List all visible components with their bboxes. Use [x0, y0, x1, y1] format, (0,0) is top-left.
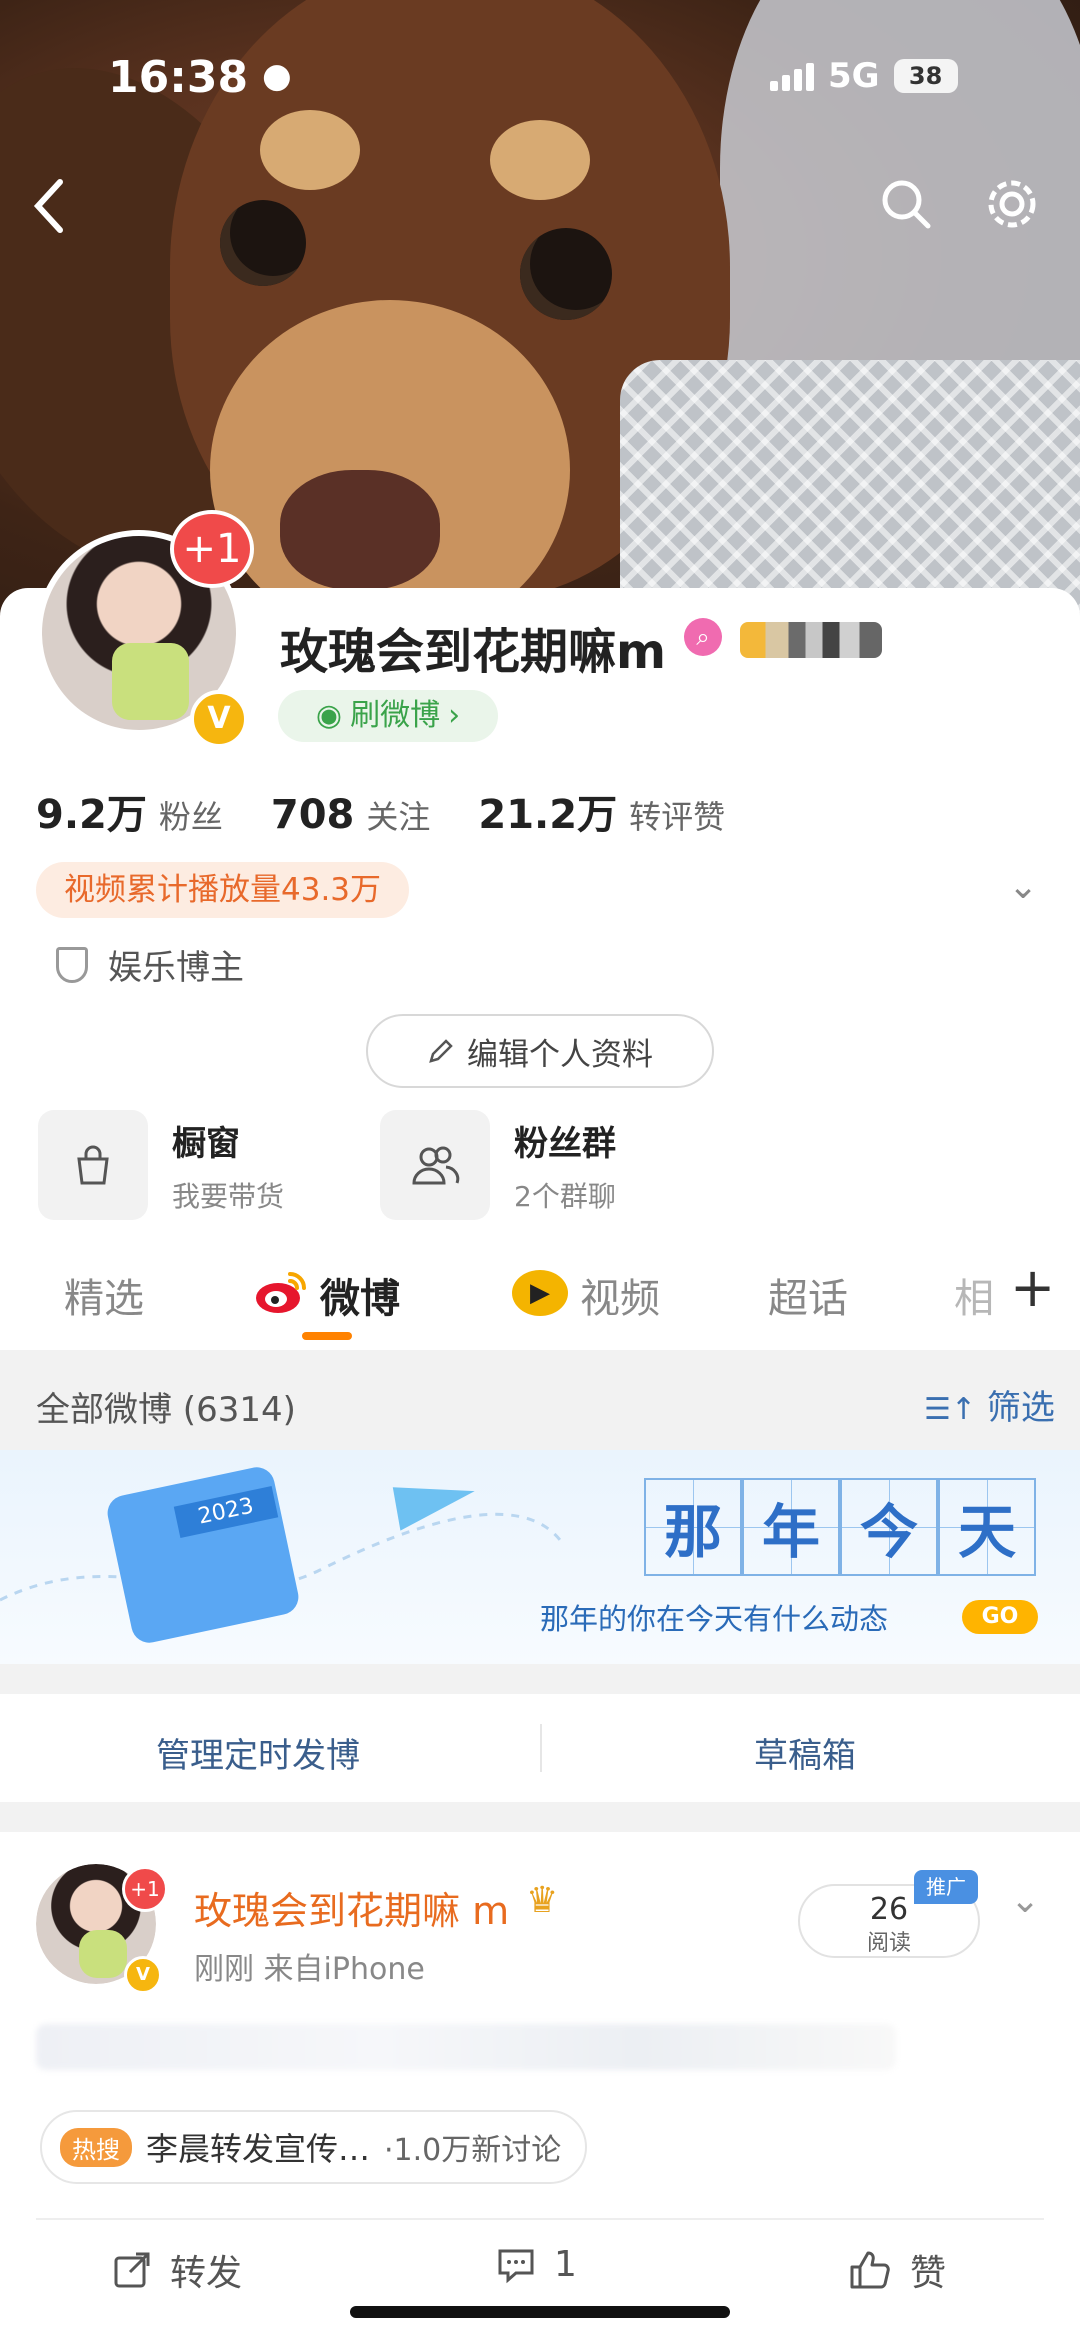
profile-stats: 9.2万 粉丝 708 关注 21.2万 转评赞: [36, 782, 725, 840]
profile-name: 玫瑰会到花期嘛m: [280, 624, 667, 680]
post-chevron-down-icon[interactable]: ⌄: [1010, 1880, 1040, 1921]
banner-title-grid: 那 年 今 天: [644, 1478, 1040, 1576]
brush-label: 刷微博: [350, 698, 441, 733]
edit-profile-button[interactable]: 编辑个人资料: [366, 1014, 714, 1088]
showcase-tile[interactable]: 橱窗 我要带货: [38, 1110, 284, 1220]
showcase-title: 橱窗: [172, 1123, 240, 1164]
post-verified-icon: V: [124, 1956, 162, 1994]
super-topic-icon[interactable]: ⌕: [684, 618, 722, 656]
action-divider: [36, 2218, 1044, 2220]
tab-featured[interactable]: 精选: [64, 1266, 144, 1324]
weibo-logo-icon: [256, 1272, 306, 1313]
group-icon: [380, 1110, 490, 1220]
filter-icon: ☰↑: [924, 1392, 977, 1427]
back-icon[interactable]: [20, 176, 80, 236]
video-icon: ▶: [512, 1270, 568, 1316]
post-avatar-badge: +1: [122, 1866, 168, 1912]
like-icon: [850, 2251, 890, 2289]
banner-char: 今: [840, 1478, 938, 1576]
signal-icon: [770, 61, 814, 91]
comment-count: 1: [554, 2244, 577, 2285]
stat-following[interactable]: 708 关注: [271, 792, 431, 838]
comment-button[interactable]: 1: [496, 2244, 577, 2285]
go-button[interactable]: GO: [962, 1600, 1038, 1634]
tab-video[interactable]: 视频: [580, 1266, 660, 1324]
showcase-sub: 我要带货: [172, 1179, 285, 1213]
banner-tagline: 那年的你在今天有什么动态: [540, 1602, 889, 1636]
promote-badge[interactable]: 推广: [914, 1870, 978, 1904]
chevron-right-icon: ›: [448, 698, 461, 733]
profile-tag[interactable]: 娱乐博主: [56, 940, 244, 989]
tab-super-topic[interactable]: 超话: [768, 1266, 848, 1324]
hot-search-badge: 热搜: [60, 2127, 132, 2167]
pencil-icon: [429, 1039, 453, 1063]
status-right: 5G 38: [770, 56, 958, 96]
fan-group-tile[interactable]: 粉丝群 2个群聊: [380, 1110, 616, 1220]
section-gap: [0, 1802, 1080, 1832]
post-author-name[interactable]: 玫瑰会到花期嘛 m: [194, 1880, 509, 1935]
tag-label: 娱乐博主: [108, 948, 244, 988]
all-posts-count: 全部微博 (6314): [36, 1390, 296, 1430]
divider: [540, 1724, 542, 1772]
drafts-button[interactable]: 草稿箱: [754, 1728, 856, 1777]
status-time: 16:38: [108, 52, 249, 103]
like-button[interactable]: 赞: [848, 2244, 946, 2296]
blurred-badges: [740, 622, 882, 658]
repost-label: 转发: [170, 2253, 243, 2294]
tab-active-indicator: [302, 1332, 352, 1340]
edit-profile-label: 编辑个人资料: [467, 1036, 653, 1073]
stat-likes[interactable]: 21.2万 转评赞: [478, 782, 725, 840]
fan-group-sub: 2个群聊: [514, 1179, 616, 1213]
avatar-notification-badge[interactable]: +1: [170, 510, 254, 588]
scheduled-posts-button[interactable]: 管理定时发博: [156, 1728, 360, 1777]
stat-followers[interactable]: 9.2万 粉丝: [36, 782, 223, 840]
network-label: 5G: [828, 56, 880, 96]
verified-badge-icon: V: [190, 690, 248, 748]
shield-icon: [56, 946, 88, 983]
repost-icon: [114, 2252, 150, 2288]
section-gap: [0, 1664, 1080, 1694]
repost-button[interactable]: 转发: [112, 2244, 242, 2296]
gear-icon[interactable]: [982, 176, 1042, 236]
blurred-post-text: [36, 2024, 896, 2070]
home-indicator: [350, 2306, 730, 2318]
banner-char: 年: [742, 1478, 840, 1576]
bag-icon: [38, 1110, 148, 1220]
read-label: 阅读: [866, 1931, 911, 1956]
tab-album[interactable]: 相: [954, 1266, 994, 1324]
fan-group-title: 粉丝群: [514, 1123, 616, 1164]
expand-chevron-down-icon[interactable]: ⌄: [1008, 866, 1038, 907]
banner-char: 天: [938, 1478, 1036, 1576]
comment-icon: [498, 2249, 534, 2283]
like-label: 赞: [910, 2253, 947, 2294]
add-tab-icon[interactable]: +: [1000, 1256, 1056, 1319]
hot-search-chip[interactable]: 热搜 李晨转发宣传… ·1.0万新讨论: [40, 2110, 588, 2184]
filter-label: 筛选: [986, 1388, 1055, 1428]
tab-weibo[interactable]: 微博: [320, 1266, 400, 1324]
post-meta: 刚刚 来自iPhone: [194, 1952, 425, 1987]
hot-search-count: ·1.0万新讨论: [384, 2133, 562, 2168]
video-play-count-chip[interactable]: 视频累计播放量43.3万: [36, 862, 410, 918]
filter-button[interactable]: ☰↑ 筛选: [924, 1380, 1055, 1429]
hot-search-text: 李晨转发宣传…: [146, 2130, 371, 2168]
weibo-logo-icon: ◉: [315, 698, 343, 733]
battery-icon: 38: [893, 59, 958, 93]
banner-char: 那: [644, 1478, 742, 1576]
crown-icon: ♛: [526, 1880, 559, 1921]
brush-weibo-button[interactable]: ◉ 刷微博 ›: [278, 690, 498, 742]
paw-icon: ●: [262, 56, 292, 96]
search-icon[interactable]: [876, 176, 936, 236]
